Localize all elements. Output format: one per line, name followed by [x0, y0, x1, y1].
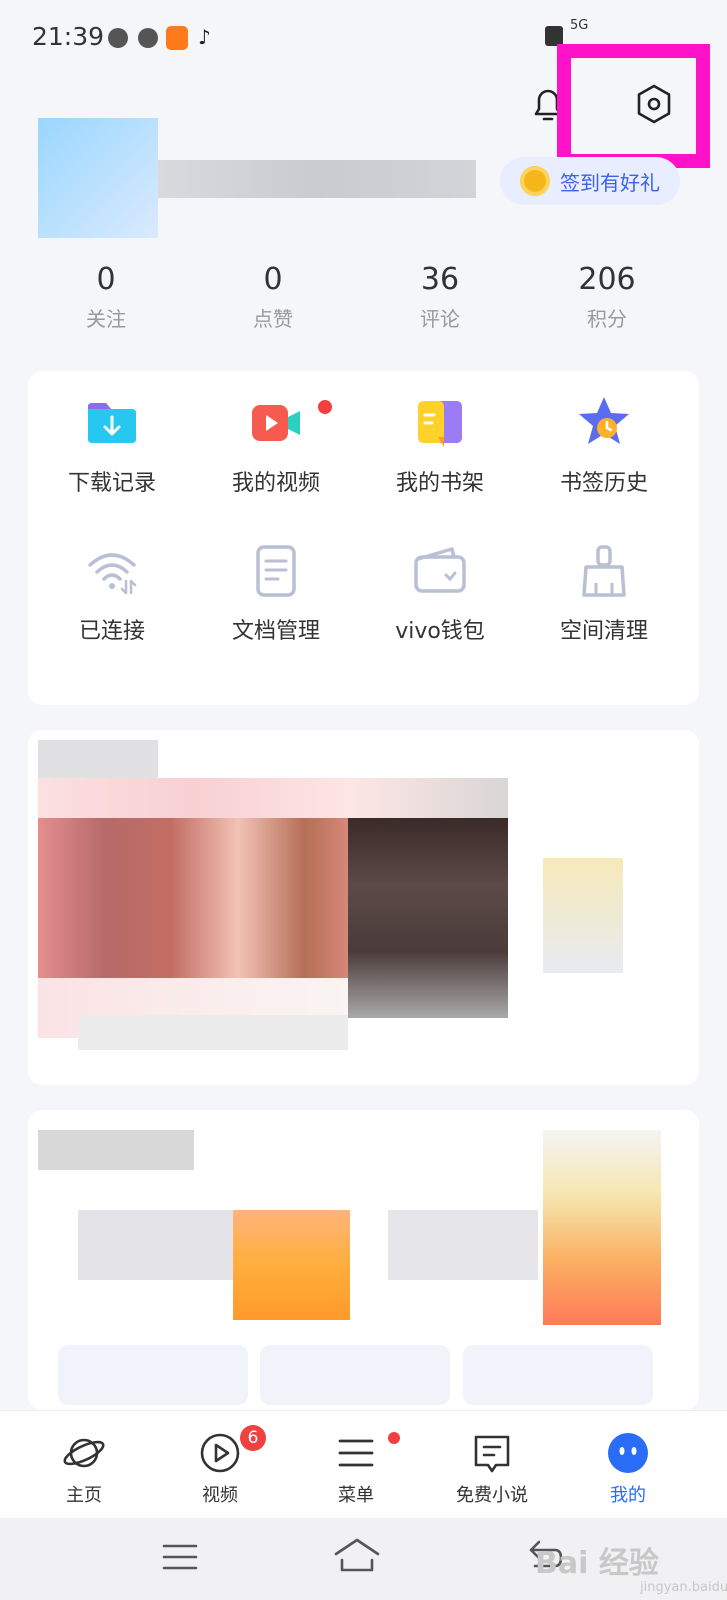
wifi-icon [88, 553, 137, 595]
wallet-icon [414, 547, 466, 593]
nav-me[interactable]: 我的 [558, 1411, 698, 1519]
stat-label: 点赞 [253, 307, 293, 331]
tool-my-videos[interactable]: 我的视频 [192, 371, 360, 521]
stat-comments[interactable]: 36 评论 [355, 262, 525, 332]
stat-label: 积分 [587, 307, 627, 331]
book-icon [474, 1435, 510, 1473]
document-icon [256, 545, 296, 597]
status-time: 21:39 [32, 22, 105, 51]
stat-points[interactable]: 206 积分 [522, 262, 692, 332]
volume-icon [138, 28, 158, 48]
nav-label: 我的 [610, 1485, 646, 1506]
nav-label: 菜单 [338, 1485, 374, 1506]
tool-label: 空间清理 [559, 619, 648, 644]
nav-label: 视频 [202, 1485, 238, 1506]
tool-label: 文档管理 [231, 619, 320, 644]
bookmark-history-icon [579, 397, 629, 444]
download-folder-icon [88, 403, 136, 443]
stat-value: 36 [420, 262, 460, 297]
stat-likes[interactable]: 0 点赞 [188, 262, 358, 332]
menu-icon[interactable] [160, 1540, 200, 1574]
nav-video[interactable]: 视频 [150, 1411, 290, 1519]
nav-menu[interactable]: 菜单 [286, 1411, 426, 1519]
avatar[interactable] [38, 118, 158, 238]
planet-icon [63, 1438, 105, 1468]
tiktok-icon: ♪ [198, 25, 211, 49]
tool-vivo-wallet[interactable]: vivo钱包 [356, 519, 524, 669]
home-icon[interactable] [332, 1536, 382, 1576]
new-video-dot [318, 400, 332, 414]
nav-free-novels[interactable]: 免费小说 [422, 1411, 562, 1519]
content-card-blurred[interactable] [28, 730, 699, 1085]
tool-my-bookshelf[interactable]: 我的书架 [356, 371, 524, 521]
nav-label: 免费小说 [456, 1485, 528, 1506]
watermark: Bai 经验 [535, 1546, 659, 1581]
nav-label: 主页 [66, 1485, 102, 1506]
bookshelf-icon [418, 401, 462, 447]
stat-follow[interactable]: 0 关注 [21, 262, 191, 332]
coin-icon [520, 166, 550, 196]
tool-label: 我的视频 [231, 471, 320, 496]
stat-label: 关注 [86, 307, 126, 331]
content-card-blurred[interactable] [28, 1110, 699, 1410]
tool-label: 我的书架 [395, 471, 484, 496]
network-label: 5G [570, 18, 589, 33]
tool-label: vivo钱包 [395, 619, 485, 644]
username-blurred [158, 160, 476, 198]
stat-value: 0 [263, 262, 283, 297]
taobao-icon [166, 26, 188, 50]
profile-face-icon [608, 1433, 648, 1473]
menu-dot [388, 1432, 400, 1444]
tools-card: 下载记录 我的视频 我的书架 书签历史 已连接 文档管理 vivo钱包 空间清理 [28, 371, 699, 705]
stat-label: 评论 [420, 307, 460, 331]
speed-icon [108, 28, 128, 48]
play-icon [200, 1433, 240, 1473]
broom-icon [582, 545, 626, 597]
tool-bookmark-history[interactable]: 书签历史 [520, 371, 688, 521]
tool-label: 已连接 [78, 619, 145, 644]
video-badge: 6 [240, 1425, 266, 1451]
video-camera-icon [252, 405, 300, 441]
tool-label: 书签历史 [559, 471, 648, 496]
signal-icon [545, 26, 563, 46]
tool-space-cleanup[interactable]: 空间清理 [520, 519, 688, 669]
tool-connected[interactable]: 已连接 [28, 519, 196, 669]
settings-highlight-box [557, 44, 710, 168]
nav-home[interactable]: 主页 [14, 1411, 154, 1519]
stat-value: 206 [578, 262, 636, 297]
bottom-nav: 主页 视频 菜单 免费小说 我的 [0, 1410, 727, 1519]
signin-label: 签到有好礼 [560, 171, 660, 195]
tool-download-records[interactable]: 下载记录 [28, 371, 196, 521]
watermark-url: jingyan.baidu.com [640, 1580, 727, 1595]
stat-value: 0 [96, 262, 116, 297]
tool-document-manager[interactable]: 文档管理 [192, 519, 360, 669]
tool-label: 下载记录 [67, 471, 156, 496]
menu-icon [338, 1439, 374, 1467]
